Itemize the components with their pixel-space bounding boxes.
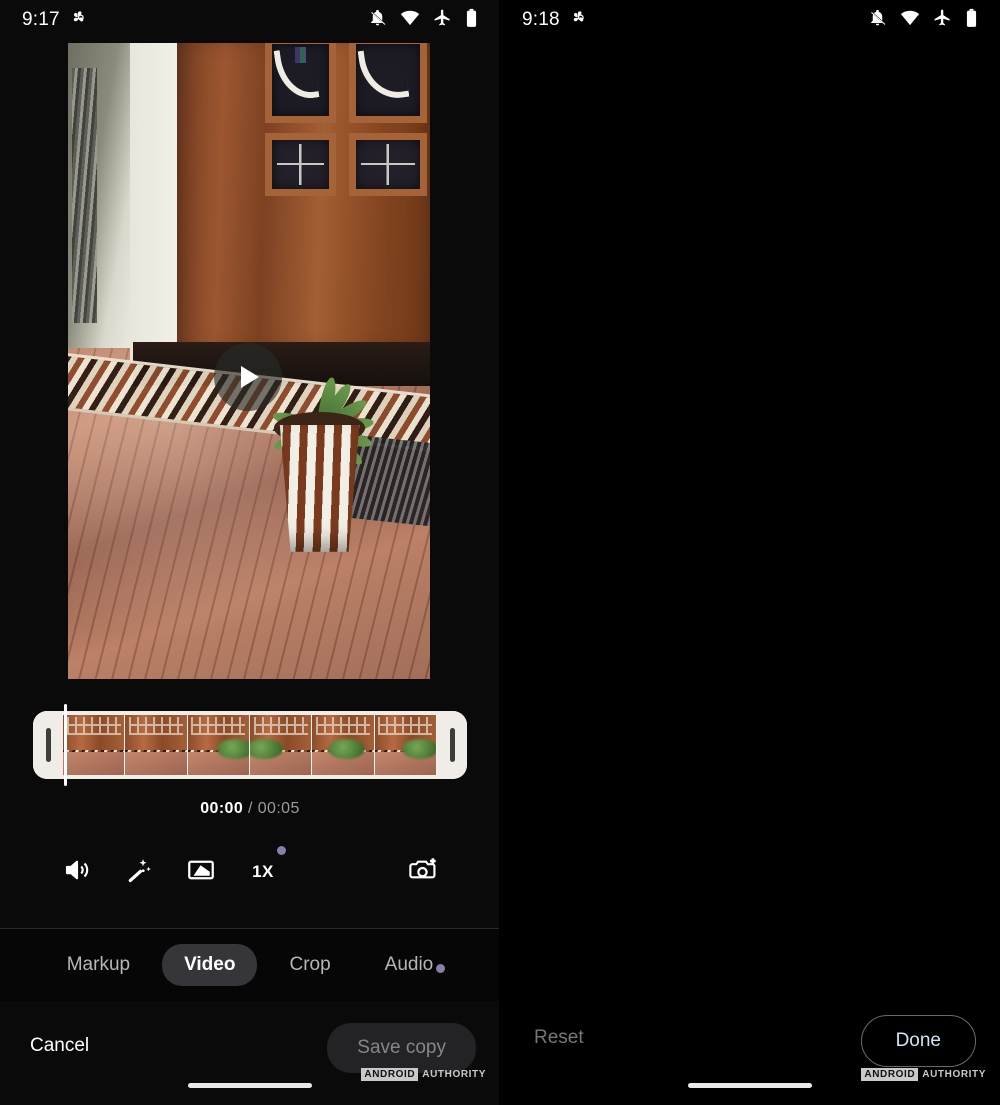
watermark-right: ANDROID AUTHORITY [861, 1068, 986, 1081]
airplane-mode-icon [433, 8, 452, 32]
stabilize-frame-icon [186, 855, 216, 890]
trim-handle-right[interactable] [437, 711, 467, 779]
editor-tab-bar: Markup Video Crop Audio [0, 929, 500, 1001]
play-button[interactable] [214, 343, 282, 411]
tab-wrap-audio: Audio [363, 944, 456, 986]
play-icon [241, 366, 259, 388]
toolrow-spacer [294, 848, 392, 896]
editor-action-bar-left: Cancel Save copy [0, 1001, 500, 1105]
stabilize-button[interactable] [170, 848, 232, 896]
time-separator: / [248, 800, 253, 817]
total-time: 00:05 [257, 800, 300, 817]
wifi-icon [400, 8, 420, 33]
airplane-mode-icon [933, 8, 952, 32]
watermark-left: ANDROID AUTHORITY [361, 1068, 486, 1081]
auto-enhance-button[interactable] [108, 848, 170, 896]
gesture-navigation-bar-right[interactable] [688, 1083, 812, 1088]
watermark-brand: ANDROID [861, 1068, 919, 1081]
status-bar-right-group-r [868, 8, 978, 33]
tab-video[interactable]: Video [162, 944, 258, 986]
watermark-suffix: AUTHORITY [922, 1069, 986, 1080]
battery-icon [965, 8, 978, 33]
phone-screen-right: 9:18 Reset Done ANDROID AUTHORITY [500, 0, 1000, 1105]
wifi-icon [900, 8, 920, 33]
status-bar-clock-right: 9:18 [522, 9, 560, 30]
tab-markup[interactable]: Markup [45, 944, 152, 986]
export-frame-button[interactable] [392, 848, 454, 896]
filmstrip [63, 715, 437, 775]
timecode-display: 00:00 / 00:05 [0, 800, 500, 818]
battery-icon [465, 8, 478, 33]
volume-button[interactable] [46, 848, 108, 896]
cancel-button[interactable]: Cancel [24, 1023, 95, 1069]
tab-wrap-crop: Crop [267, 944, 352, 986]
save-copy-button[interactable]: Save copy [327, 1023, 476, 1073]
tab-crop[interactable]: Crop [267, 944, 352, 986]
video-tool-row: 1X [0, 846, 500, 898]
tab-wrap-markup: Markup [45, 944, 152, 986]
pinwheel-icon [69, 8, 88, 32]
volume-icon [62, 855, 92, 890]
watermark-brand: ANDROID [361, 1068, 419, 1081]
status-bar-left-group: 9:17 [22, 8, 88, 32]
timeline-playhead[interactable] [64, 704, 67, 786]
new-feature-dot-badge [277, 846, 286, 855]
trim-handle-left[interactable] [33, 711, 63, 779]
dual-screenshot-comparison: 9:17 00:00 / 00:05 1X Markup Video Crop … [0, 0, 1000, 1105]
done-button[interactable]: Done [860, 1015, 976, 1067]
pinwheel-icon [569, 8, 588, 32]
gesture-navigation-bar[interactable] [188, 1083, 312, 1088]
current-time: 00:00 [200, 800, 244, 817]
video-trimmer[interactable] [33, 711, 467, 779]
playback-speed-button[interactable]: 1X [232, 846, 294, 896]
phone-screen-left: 9:17 00:00 / 00:05 1X Markup Video Crop … [0, 0, 500, 1105]
export-frame-camera-icon [407, 854, 439, 891]
speed-label: 1X [252, 862, 274, 881]
tab-wrap-video: Video [162, 944, 258, 986]
reset-button[interactable]: Reset [524, 1015, 594, 1061]
status-bar-right: 9:18 [500, 0, 1000, 40]
panel-divider [499, 0, 501, 1105]
notifications-muted-icon [868, 8, 887, 32]
status-bar-left: 9:17 [0, 0, 500, 40]
editor-action-bar-right: Reset Done [500, 995, 1000, 1105]
status-bar-clock: 9:17 [22, 9, 60, 30]
status-bar-left-group-r: 9:18 [522, 8, 588, 32]
watermark-suffix: AUTHORITY [422, 1069, 486, 1080]
notifications-muted-icon [368, 8, 387, 32]
auto-enhance-wand-icon [124, 855, 154, 890]
status-bar-right-group [368, 8, 478, 33]
